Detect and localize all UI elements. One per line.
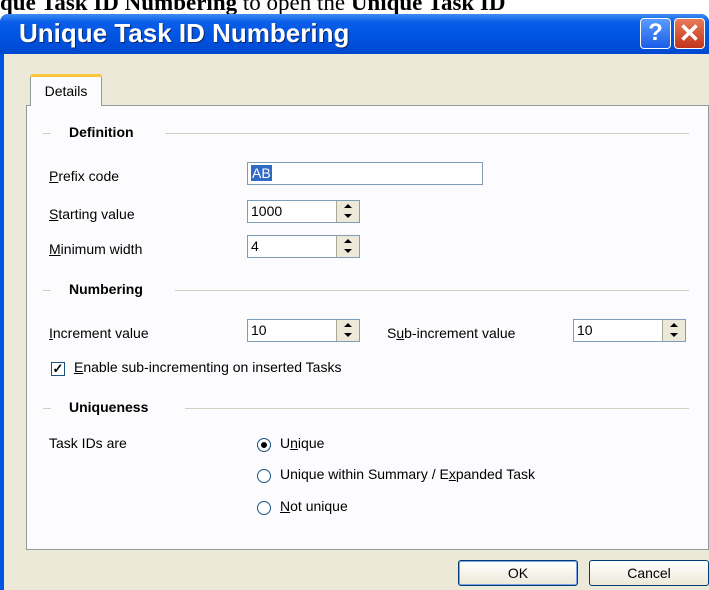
close-button[interactable]: ✕ — [674, 18, 705, 49]
radio-not-unique[interactable] — [257, 501, 271, 515]
minimum-width-value: 4 — [251, 238, 259, 254]
doc-normal: to open the — [237, 0, 351, 15]
tab-details[interactable]: Details — [30, 74, 102, 106]
increment-value-spin — [336, 320, 359, 341]
close-icon: ✕ — [678, 18, 701, 48]
dialog-title: Unique Task ID Numbering — [19, 18, 350, 48]
starting-value-label-text: tarting value — [58, 206, 135, 222]
document-text: que Task ID Numbering to open the Unique… — [0, 0, 709, 15]
sub-increment-stepper[interactable]: 10 — [573, 319, 686, 342]
radio-not-unique-label[interactable]: Not unique — [280, 498, 348, 514]
details-panel: Definition Prefix code AB Starting value… — [26, 105, 709, 550]
prefix-code-value: AB — [251, 165, 272, 181]
radio-unique-label[interactable]: Unique — [280, 435, 324, 451]
spin-down-icon[interactable] — [336, 330, 359, 341]
definition-divider — [165, 133, 689, 134]
minimum-width-spin — [336, 236, 359, 257]
sub-increment-value: 10 — [577, 322, 593, 338]
starting-value-value: 1000 — [251, 203, 283, 219]
increment-value-label-text: ncrement value — [52, 325, 149, 341]
sub-increment-label: Sub-increment value — [387, 325, 516, 341]
radio-unique-within-summary-label[interactable]: Unique within Summary / Expanded Task — [280, 466, 535, 482]
minimum-width-stepper[interactable]: 4 — [247, 235, 360, 258]
enable-subincrement-checkbox[interactable]: ✓ — [51, 362, 65, 376]
prefix-code-label: Prefix code — [49, 168, 120, 184]
spin-down-icon[interactable] — [336, 211, 359, 222]
radio-within-label-a: Unique within Summary / E — [280, 466, 449, 482]
definition-divider-left — [43, 133, 51, 134]
help-button[interactable]: ? — [640, 18, 671, 49]
enable-subincrement-label-text: nable sub-incrementing on inserted Tasks — [83, 359, 342, 375]
sub-increment-label-text: b-increment value — [404, 325, 516, 341]
numbering-divider-left — [43, 290, 51, 291]
increment-value-label: Increment value — [49, 325, 149, 341]
numbering-divider — [175, 290, 689, 291]
sub-increment-spin — [662, 320, 685, 341]
radio-unique-label-u: U — [280, 435, 291, 451]
starting-value-label: Starting value — [49, 206, 135, 222]
minimum-width-label: Minimum width — [49, 241, 143, 257]
uniqueness-divider — [185, 408, 689, 409]
radio-not-unique-label-text: ot unique — [290, 498, 348, 514]
starting-value-spin — [336, 201, 359, 222]
numbering-heading: Numbering — [61, 281, 151, 297]
radio-within-label-b: panded Task — [455, 466, 535, 482]
dialog-client: Details Definition Prefix code AB Starti… — [4, 54, 709, 590]
task-ids-label: Task IDs are — [49, 435, 127, 451]
definition-heading: Definition — [61, 124, 142, 140]
spin-down-icon[interactable] — [662, 330, 685, 341]
ok-button[interactable]: OK — [458, 560, 578, 586]
radio-unique-within-summary[interactable] — [257, 469, 271, 483]
radio-unique[interactable] — [257, 438, 271, 452]
enable-subincrement-label[interactable]: Enable sub-incrementing on inserted Task… — [74, 359, 341, 375]
prefix-code-input[interactable]: AB — [247, 162, 483, 185]
increment-value-stepper[interactable]: 10 — [247, 319, 360, 342]
uniqueness-heading: Uniqueness — [61, 399, 157, 415]
starting-value-stepper[interactable]: 1000 — [247, 200, 360, 223]
title-bar[interactable]: Unique Task ID Numbering ? ✕ — [0, 14, 709, 54]
sub-increment-label-s: S — [387, 325, 397, 341]
doc-bold-1: que Task ID Numbering — [0, 0, 238, 15]
doc-bold-2: Unique Task ID — [350, 0, 506, 15]
radio-unique-label-text: ique — [297, 435, 325, 451]
prefix-code-label-text: refix code — [58, 168, 120, 184]
spin-down-icon[interactable] — [336, 246, 359, 257]
cancel-button[interactable]: Cancel — [589, 560, 709, 586]
unique-task-id-dialog: Unique Task ID Numbering ? ✕ Details Def… — [0, 14, 709, 590]
increment-value-value: 10 — [251, 322, 267, 338]
minimum-width-label-text: inimum width — [60, 241, 143, 257]
uniqueness-divider-left — [43, 408, 51, 409]
